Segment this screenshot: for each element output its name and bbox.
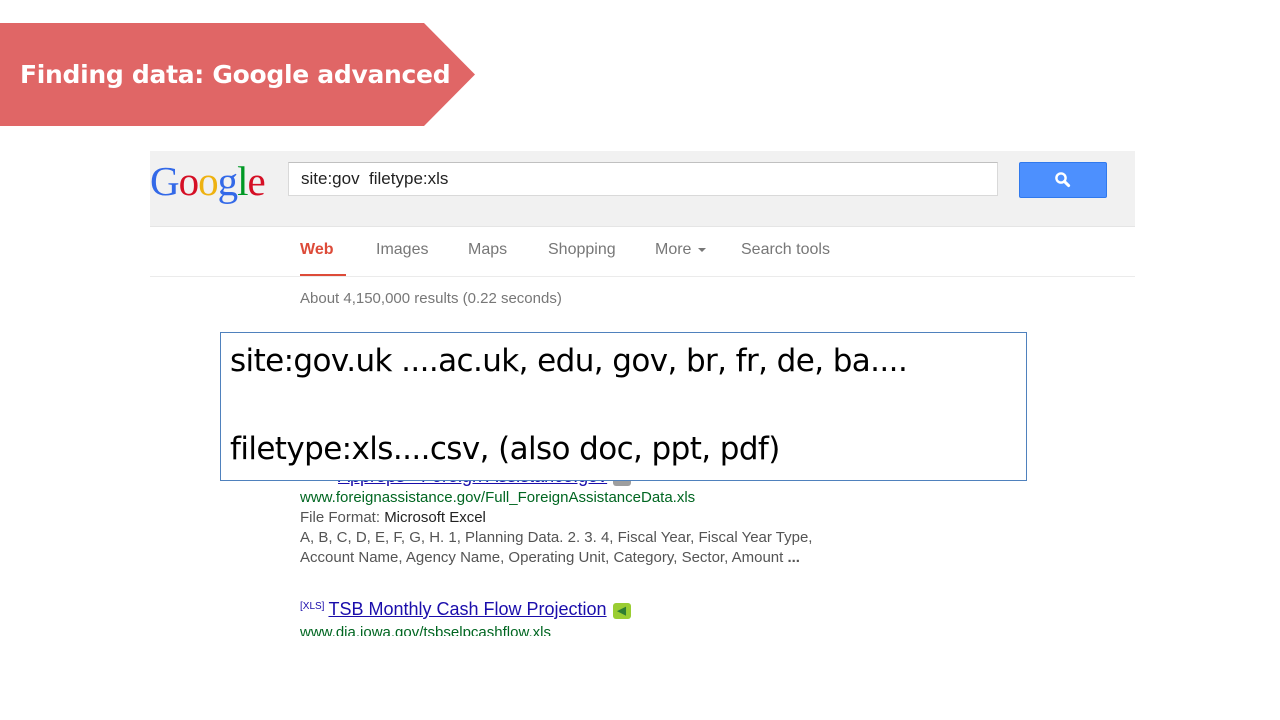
slide-title: Finding data: Google advanced xyxy=(20,60,451,89)
logo-letter: G xyxy=(150,158,180,204)
tab-more[interactable]: More xyxy=(655,241,708,259)
result-title-link[interactable]: TSB Monthly Cash Flow Projection xyxy=(328,599,606,619)
tab-shopping[interactable]: Shopping xyxy=(548,241,616,259)
cache-icon[interactable]: ◀ xyxy=(612,602,631,619)
search-header-bar: Google xyxy=(150,151,1135,227)
search-input[interactable] xyxy=(289,163,997,195)
tab-search-tools[interactable]: Search tools xyxy=(741,241,830,259)
file-format-label: File Format: xyxy=(300,509,381,526)
result-snippet-text: Account Name, Agency Name, Operating Uni… xyxy=(300,549,784,566)
search-result: Approps - Foreign Assistance.gov www.for… xyxy=(300,466,812,568)
callout-filetype-line: filetype:xls....csv, (also doc, ppt, pdf… xyxy=(230,431,780,467)
tabs-divider xyxy=(150,276,1135,277)
search-box[interactable] xyxy=(288,162,998,196)
tab-maps[interactable]: Maps xyxy=(468,241,507,259)
tab-more-label: More xyxy=(655,241,692,258)
chevron-down-icon xyxy=(698,247,707,252)
search-result: [XLS] TSB Monthly Cash Flow Projection ◀ w… xyxy=(300,599,631,636)
magnifier-icon xyxy=(1055,172,1071,188)
result-url: www.dia.iowa.gov/tsbselpcashflow.xls xyxy=(300,624,551,636)
file-format-value: Microsoft Excel xyxy=(384,509,486,526)
result-stats: About 4,150,000 results (0.22 seconds) xyxy=(300,290,562,307)
logo-letter: o xyxy=(198,158,218,204)
logo-letter: o xyxy=(178,158,199,204)
result-file-format: File Format: Microsoft Excel xyxy=(300,508,812,528)
logo-letter: l xyxy=(237,158,248,204)
result-snippet-line: A, B, C, D, E, F, G, H. 1, Planning Data… xyxy=(300,529,813,546)
logo-letter: e xyxy=(247,158,266,204)
result-url: www.foreignassistance.gov/Full_ForeignAs… xyxy=(300,489,696,506)
result-snippet-line: Account Name, Agency Name, Operating Uni… xyxy=(300,548,812,568)
google-logo[interactable]: Google xyxy=(150,155,266,207)
operator-tips-callout: site:gov.uk ....ac.uk, edu, gov, br, fr,… xyxy=(220,332,1027,481)
logo-letter: g xyxy=(217,158,238,204)
result-snippet-ellipsis: ... xyxy=(787,549,800,566)
result-title-row: [XLS] TSB Monthly Cash Flow Projection ◀ xyxy=(300,599,631,623)
tab-web[interactable]: Web xyxy=(300,241,333,259)
file-type-badge: [XLS] xyxy=(300,600,325,612)
callout-site-line: site:gov.uk ....ac.uk, edu, gov, br, fr,… xyxy=(230,343,908,379)
slide-title-banner: Finding data: Google advanced xyxy=(0,23,475,126)
search-button[interactable] xyxy=(1019,162,1107,198)
tab-images[interactable]: Images xyxy=(376,241,428,259)
